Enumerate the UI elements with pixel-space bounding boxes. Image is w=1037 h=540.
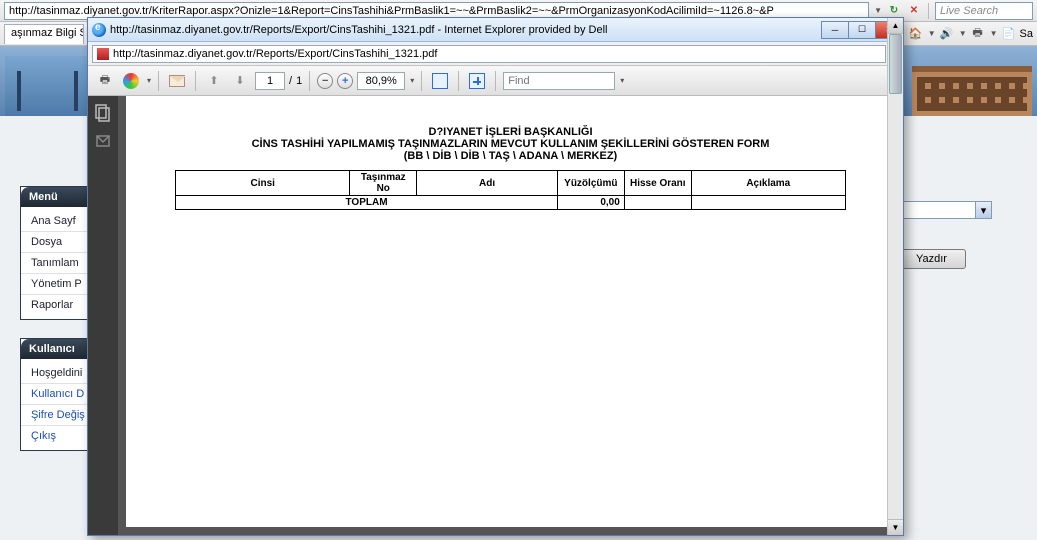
pdf-toolbar: 🖶 ▾ ⬆ ⬇ / 1 − + ▾ ▾ [88,66,903,96]
pdf-total-pages: 1 [296,75,302,87]
col-header: Hisse Oranı [624,171,691,196]
pdf-expand-button[interactable] [466,70,488,92]
report-table: Cinsi Taşınmaz No Adı Yüzölçümü Hisse Or… [175,170,846,210]
report-heading-3: (BB \ DİB \ DİB \ TAŞ \ ADANA \ MERKEZ) [146,150,875,162]
pdf-zoom-out-button[interactable]: − [317,73,333,89]
pdf-attachments-icon[interactable] [94,132,112,150]
pdf-page: D?IYANET İŞLERİ BAŞKANLIĞI CİNS TASHİHİ … [126,96,895,527]
pdf-find-input[interactable] [503,72,615,90]
pdf-scrollbar[interactable]: ▲ ▼ [887,96,903,535]
col-header: Yüzölçümü [557,171,624,196]
page-icon[interactable]: 📄 [1000,25,1018,43]
popup-url-text: http://tasinmaz.diyanet.gov.tr/Reports/E… [113,46,437,62]
ie-icon [92,23,106,37]
right-dropdown[interactable]: ▾ [897,201,992,219]
popup-address-bar: http://tasinmaz.diyanet.gov.tr/Reports/E… [88,42,903,66]
pdf-page-input[interactable] [255,72,285,90]
window-minimize-button[interactable]: ─ [821,21,849,39]
home-icon[interactable]: 🏠 [907,25,925,43]
pdf-file-icon [97,48,109,60]
pdf-popup-window: http://tasinmaz.diyanet.gov.tr/Reports/E… [87,17,904,536]
report-heading-1: D?IYANET İŞLERİ BAŞKANLIĞI [146,126,875,138]
building-image [912,66,1032,116]
total-label: TOPLAM [176,196,558,210]
search-input[interactable]: Live Search [935,2,1033,20]
pdf-next-page-button[interactable]: ⬇ [229,70,251,92]
chevron-down-icon[interactable]: ▾ [975,202,991,218]
col-header: Açıklama [691,171,845,196]
pdf-color-button[interactable] [120,70,142,92]
col-header: Taşınmaz No [350,171,417,196]
pdf-fit-button[interactable] [429,70,451,92]
stop-icon[interactable]: ✕ [906,3,922,19]
mosque-image [5,56,90,116]
print-icon[interactable]: 🖶 [969,25,987,43]
window-titlebar[interactable]: http://tasinmaz.diyanet.gov.tr/Reports/E… [88,18,903,42]
toolbar-sa-label: Sa [1020,28,1033,40]
browser-tab[interactable]: aşınmaz Bilgi Sis [4,24,84,44]
print-button[interactable]: Yazdır [897,249,966,269]
col-header: Adı [417,171,558,196]
rss-icon[interactable]: 🔊 [938,25,956,43]
window-title: http://tasinmaz.diyanet.gov.tr/Reports/E… [110,24,818,36]
url-dropdown[interactable]: ▼ [874,6,882,15]
pdf-print-button[interactable]: 🖶 [94,70,116,92]
window-maximize-button[interactable]: ☐ [848,21,876,39]
pdf-zoom-input[interactable] [357,72,405,90]
page-sep: / [289,75,292,87]
col-header: Cinsi [176,171,350,196]
pdf-sidebar [88,96,118,535]
pdf-zoom-in-button[interactable]: + [337,73,353,89]
popup-url-field[interactable]: http://tasinmaz.diyanet.gov.tr/Reports/E… [92,45,886,63]
report-heading-2: CİNS TASHİHİ YAPILMAMIŞ TAŞINMAZLARIN ME… [146,138,875,150]
pdf-email-button[interactable] [166,70,188,92]
total-value: 0,00 [557,196,624,210]
pdf-viewport[interactable]: D?IYANET İŞLERİ BAŞKANLIĞI CİNS TASHİHİ … [118,96,903,535]
pdf-prev-page-button[interactable]: ⬆ [203,70,225,92]
pdf-pages-icon[interactable] [94,104,112,122]
scroll-down-button[interactable]: ▼ [888,519,903,535]
